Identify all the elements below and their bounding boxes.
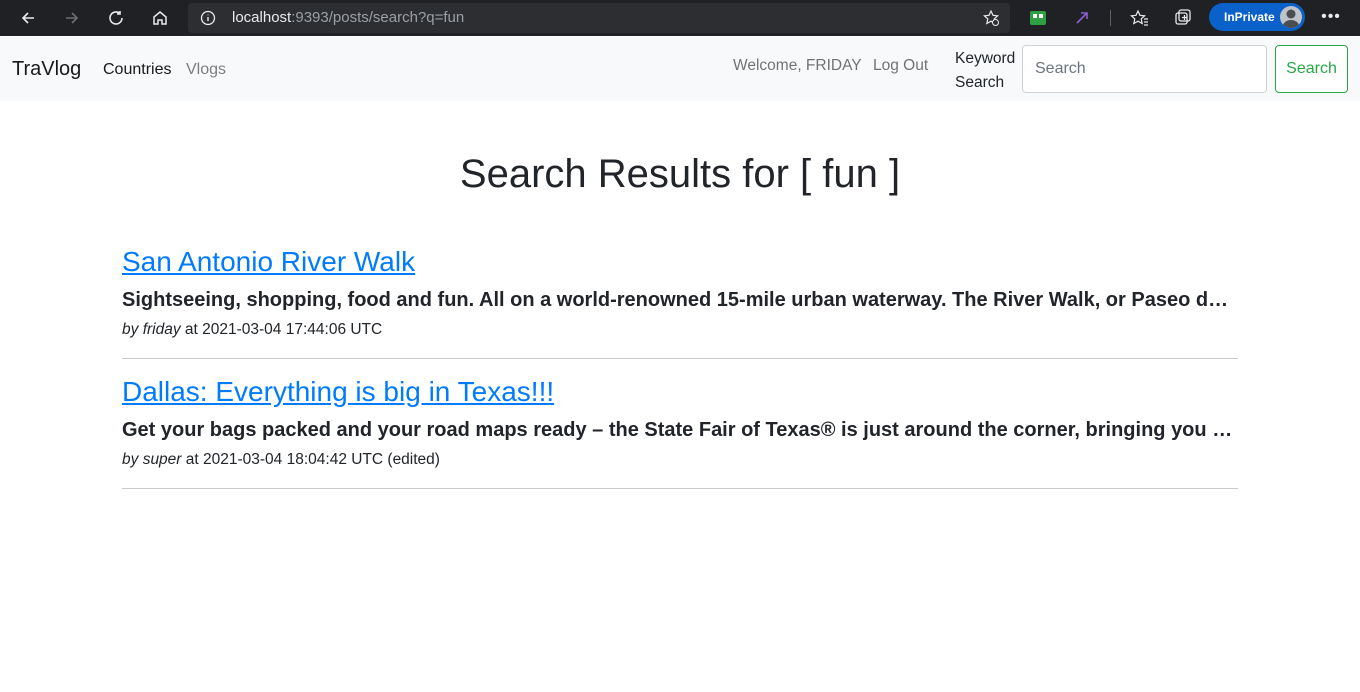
result-excerpt: Get your bags packed and your road maps …	[122, 419, 1238, 441]
search-result: Dallas: Everything is big in Texas!!! Ge…	[122, 375, 1238, 489]
search-input[interactable]	[1022, 45, 1267, 93]
welcome-text: Welcome, FRIDAY	[733, 57, 862, 74]
result-excerpt: Sightseeing, shopping, food and fun. All…	[122, 289, 1238, 311]
result-divider	[122, 488, 1238, 489]
logout-link[interactable]: Log Out	[873, 57, 928, 75]
profile-avatar	[1280, 6, 1302, 28]
more-icon[interactable]: •••	[1320, 8, 1342, 28]
result-author: friday	[142, 321, 181, 338]
extension-icon[interactable]	[1028, 8, 1048, 28]
result-by: by	[122, 321, 139, 338]
result-author: super	[142, 451, 182, 468]
toolbar-divider	[1110, 10, 1111, 26]
extension-icon[interactable]	[1073, 8, 1093, 28]
result-divider	[122, 358, 1238, 359]
url-host: localhost	[232, 9, 292, 26]
nav-link-countries[interactable]: Countries	[103, 61, 171, 79]
result-meta: by super at 2021-03-04 18:04:42 UTC (edi…	[122, 450, 1238, 470]
address-bar[interactable]: localhost:9393/posts/search?q=fun	[188, 3, 1010, 33]
result-title-link[interactable]: San Antonio River Walk	[122, 245, 415, 279]
add-favorite-icon[interactable]	[982, 9, 1000, 27]
brand-link[interactable]: TraVlog	[12, 58, 81, 81]
result-title-link[interactable]: Dallas: Everything is big in Texas!!!	[122, 375, 554, 409]
keyword-search-label: Keyword Search	[955, 50, 1016, 91]
refresh-icon[interactable]	[104, 6, 128, 30]
result-meta: by friday at 2021-03-04 17:44:06 UTC	[122, 320, 1238, 340]
result-by: by	[122, 451, 139, 468]
forward-arrow-icon[interactable]	[60, 6, 84, 30]
url-path: :9393/posts/search?q=fun	[291, 9, 465, 26]
inprivate-badge[interactable]: InPrivate	[1209, 3, 1305, 31]
search-button[interactable]: Search	[1275, 45, 1348, 93]
search-result: San Antonio River Walk Sightseeing, shop…	[122, 245, 1238, 359]
nav-link-vlogs[interactable]: Vlogs	[186, 61, 226, 79]
result-timestamp: at 2021-03-04 17:44:06 UTC	[180, 321, 383, 338]
back-arrow-icon[interactable]	[16, 6, 40, 30]
page-title: Search Results for [ fun ]	[459, 152, 901, 196]
info-icon[interactable]	[200, 10, 216, 26]
site-navbar: TraVlog Countries Vlogs Welcome, FRIDAY …	[0, 37, 1360, 101]
browser-toolbar: localhost:9393/posts/search?q=fun InPriv…	[0, 0, 1360, 36]
inprivate-label: InPrivate	[1224, 10, 1275, 24]
favorites-icon[interactable]	[1129, 8, 1149, 28]
collections-icon[interactable]	[1173, 8, 1193, 28]
url-text[interactable]: localhost:9393/posts/search?q=fun	[232, 9, 464, 26]
home-icon[interactable]	[148, 6, 172, 30]
result-timestamp: at 2021-03-04 18:04:42 UTC (edited)	[181, 451, 440, 468]
